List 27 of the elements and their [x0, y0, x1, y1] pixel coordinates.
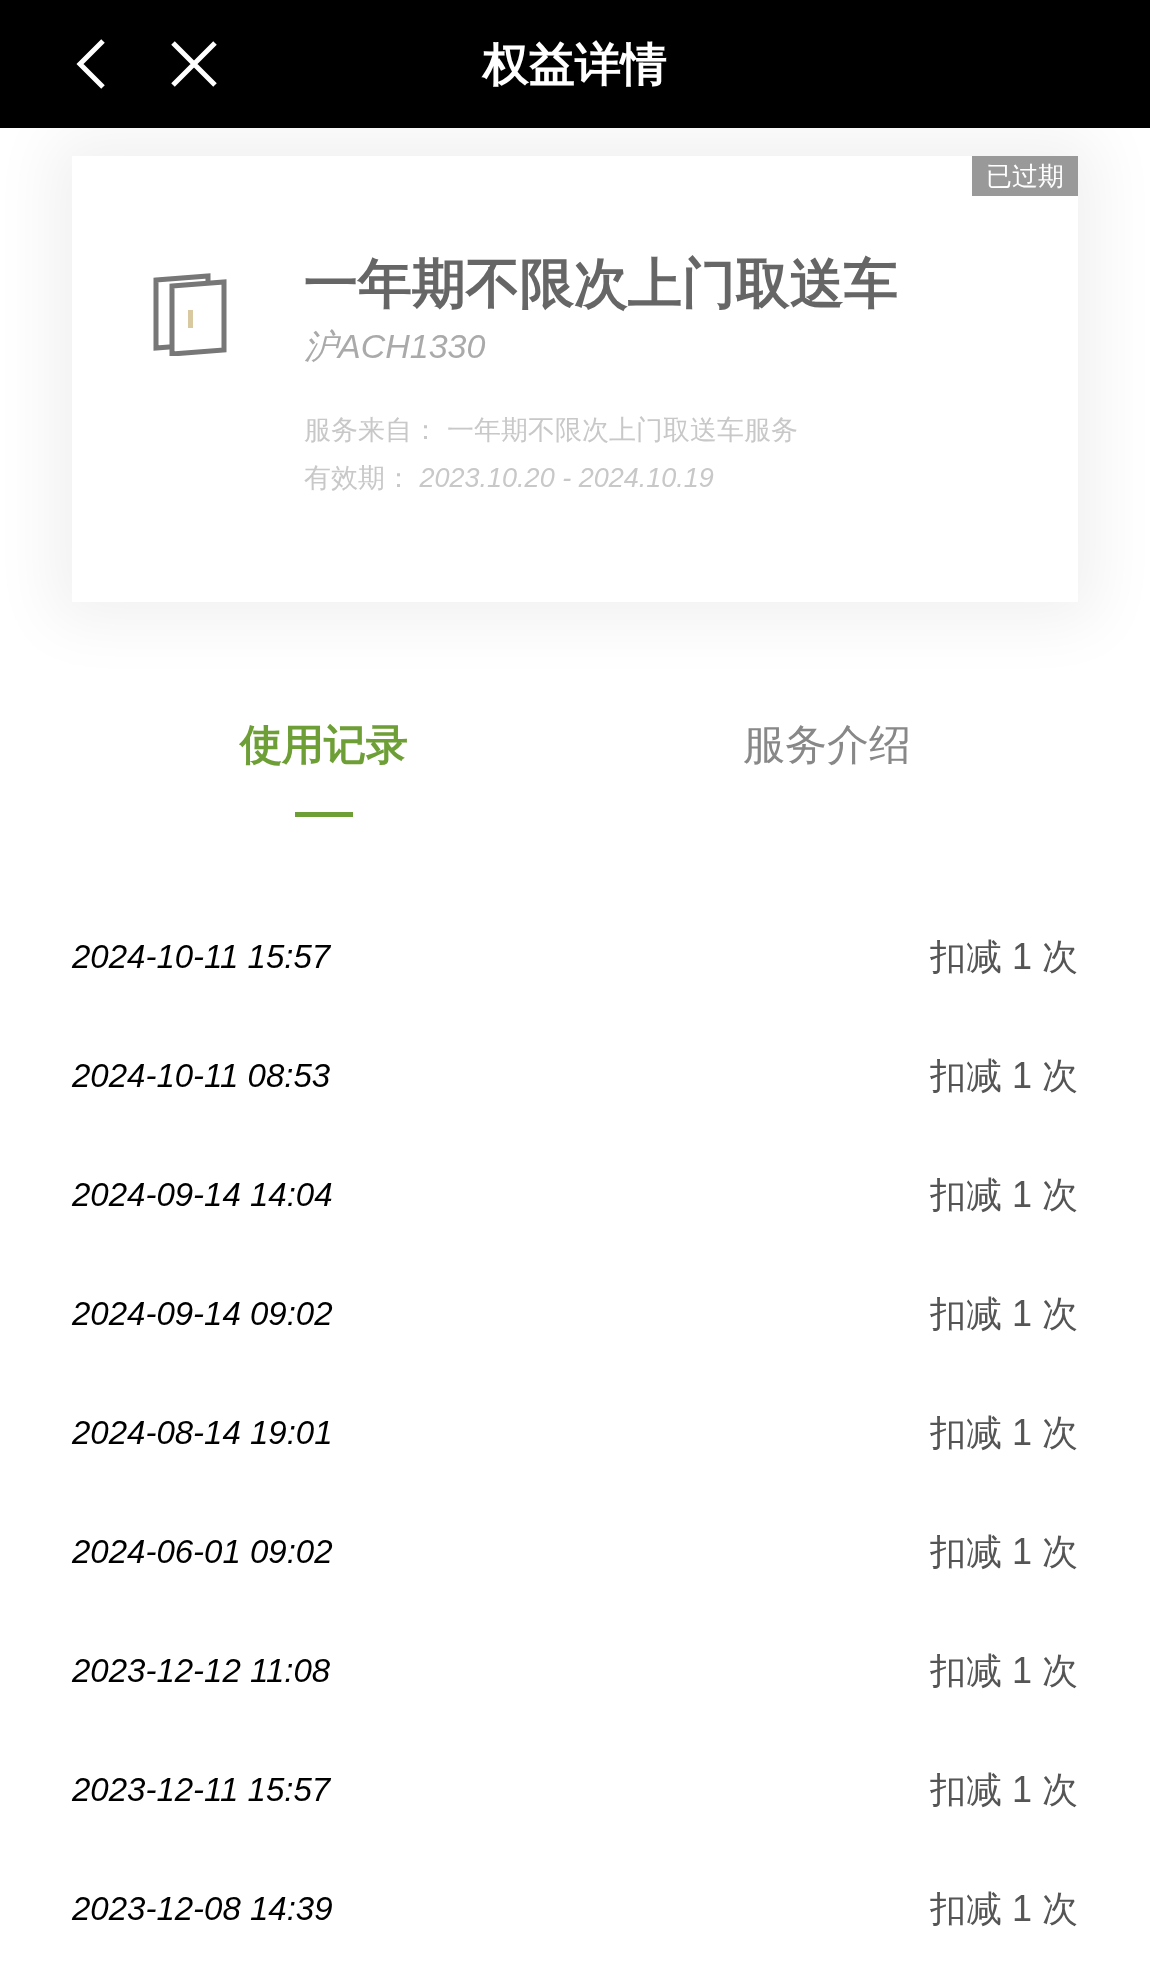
deduction-count: 扣减 1 次 [929, 1886, 1078, 1931]
deduction-count: 扣减 1 次 [929, 1648, 1078, 1693]
record-time: 2024-08-14 19:01 [72, 1412, 333, 1453]
deduction-count: 扣减 1 次 [929, 1529, 1078, 1574]
deduction-count: 扣减 1 次 [929, 1767, 1078, 1812]
deduction-count: 扣减 1 次 [929, 1172, 1078, 1217]
license-plate: 沪ACH1330 [304, 326, 487, 367]
tab[interactable]: 使用记录 [72, 720, 575, 817]
record-time: 2023-12-12 11:08 [72, 1650, 331, 1691]
deduction-count: 扣减 1 次 [929, 934, 1078, 979]
tab[interactable]: 服务介绍 [575, 720, 1078, 817]
close-icon [170, 40, 218, 88]
record-time: 2024-09-14 14:04 [72, 1174, 333, 1215]
expired-badge: 已过期 [972, 156, 1078, 196]
door-icon [152, 272, 228, 356]
record-time: 2024-10-11 15:57 [72, 936, 331, 977]
record-time: 2023-12-08 14:39 [72, 1888, 333, 1929]
deduction-count: 扣减 1 次 [929, 1291, 1078, 1336]
record-time: 2023-12-11 15:57 [72, 1769, 331, 1810]
record-time: 2024-09-14 09:02 [72, 1293, 333, 1334]
service-title: 一年期不限次上门取送车 [304, 252, 898, 315]
record-time: 2024-10-11 08:53 [72, 1055, 331, 1096]
deduction-count: 扣减 1 次 [929, 1053, 1078, 1098]
back-icon [75, 38, 107, 90]
page-title: 权益详情 [483, 36, 667, 92]
deduction-count: 扣减 1 次 [929, 1410, 1078, 1455]
record-time: 2024-06-01 09:02 [72, 1531, 333, 1572]
